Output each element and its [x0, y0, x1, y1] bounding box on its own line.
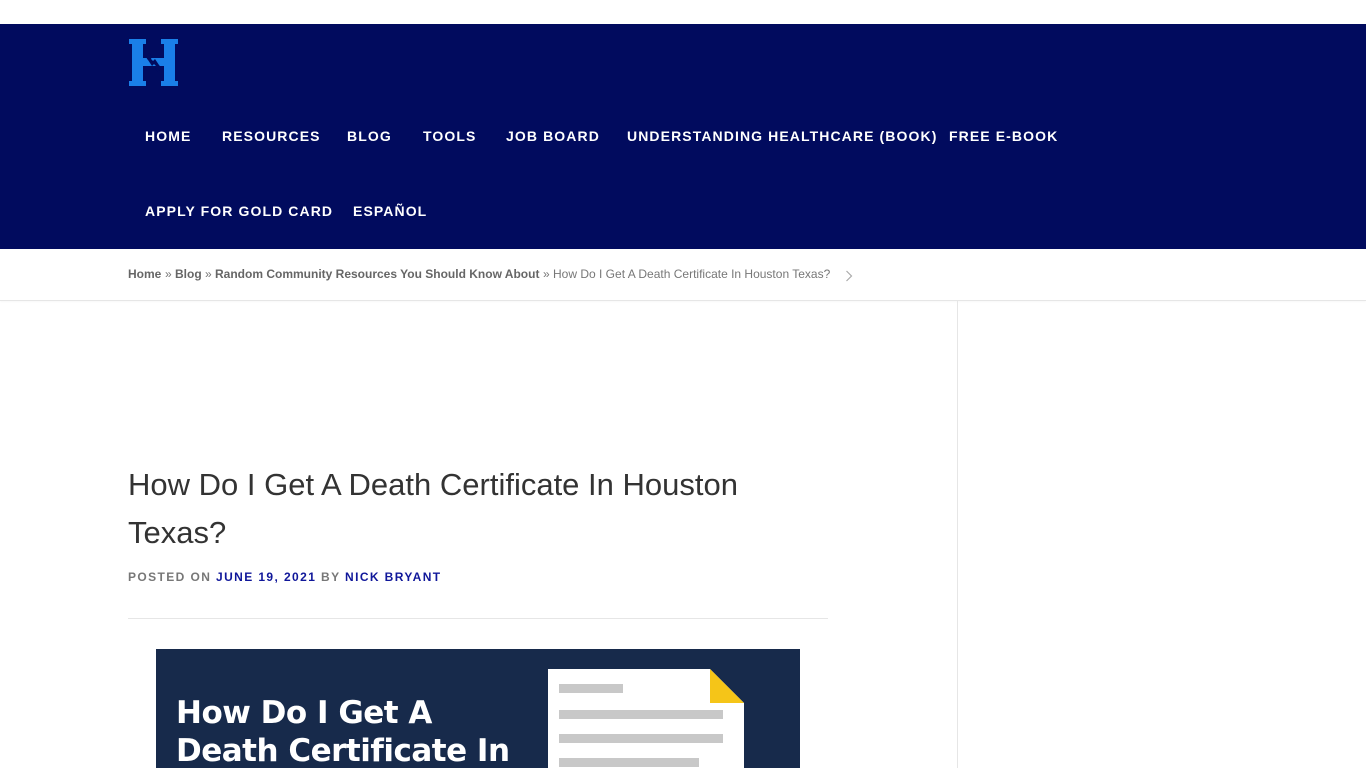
nav-free-ebook[interactable]: FREE E-BOOK	[949, 126, 1058, 146]
nav-resources[interactable]: RESOURCES	[222, 126, 321, 146]
sidebar-divider	[957, 301, 958, 768]
h-hands-logo-icon[interactable]	[129, 39, 178, 86]
breadcrumb-home[interactable]: Home	[128, 266, 161, 282]
nav-espanol[interactable]: ESPAÑOL	[353, 201, 427, 221]
breadcrumb-separator: »	[543, 267, 550, 281]
nav-blog[interactable]: BLOG	[347, 126, 392, 146]
breadcrumb-separator: »	[165, 267, 172, 281]
nav-understanding-healthcare[interactable]: UNDERSTANDING HEALTHCARE (BOOK)	[627, 126, 937, 146]
breadcrumb-blog[interactable]: Blog	[175, 266, 202, 282]
nav-job-board[interactable]: JOB BOARD	[506, 126, 600, 146]
post-date-link[interactable]: JUNE 19, 2021	[216, 570, 316, 584]
breadcrumb-category[interactable]: Random Community Resources You Should Kn…	[215, 266, 539, 282]
nav-apply-gold-card[interactable]: APPLY FOR GOLD CARD	[145, 201, 333, 221]
breadcrumb-current: How Do I Get A Death Certificate In Hous…	[553, 267, 831, 281]
post-title: How Do I Get A Death Certificate In Hous…	[128, 467, 738, 550]
featured-image: How Do I Get A Death Certificate In	[156, 649, 800, 768]
posted-on-label: POSTED ON	[128, 570, 212, 584]
document-icon	[548, 669, 744, 768]
nav-tools[interactable]: TOOLS	[423, 126, 476, 146]
breadcrumb-separator: »	[205, 267, 212, 281]
divider	[128, 618, 828, 619]
nav-home[interactable]: HOME	[145, 126, 191, 146]
chevron-right-icon	[846, 270, 853, 282]
featured-image-title: How Do I Get A Death Certificate In	[176, 695, 510, 768]
by-label: BY	[321, 570, 341, 584]
post-meta: POSTED ON JUNE 19, 2021 BY NICK BRYANT	[128, 569, 442, 585]
author-link[interactable]: NICK BRYANT	[345, 570, 442, 584]
